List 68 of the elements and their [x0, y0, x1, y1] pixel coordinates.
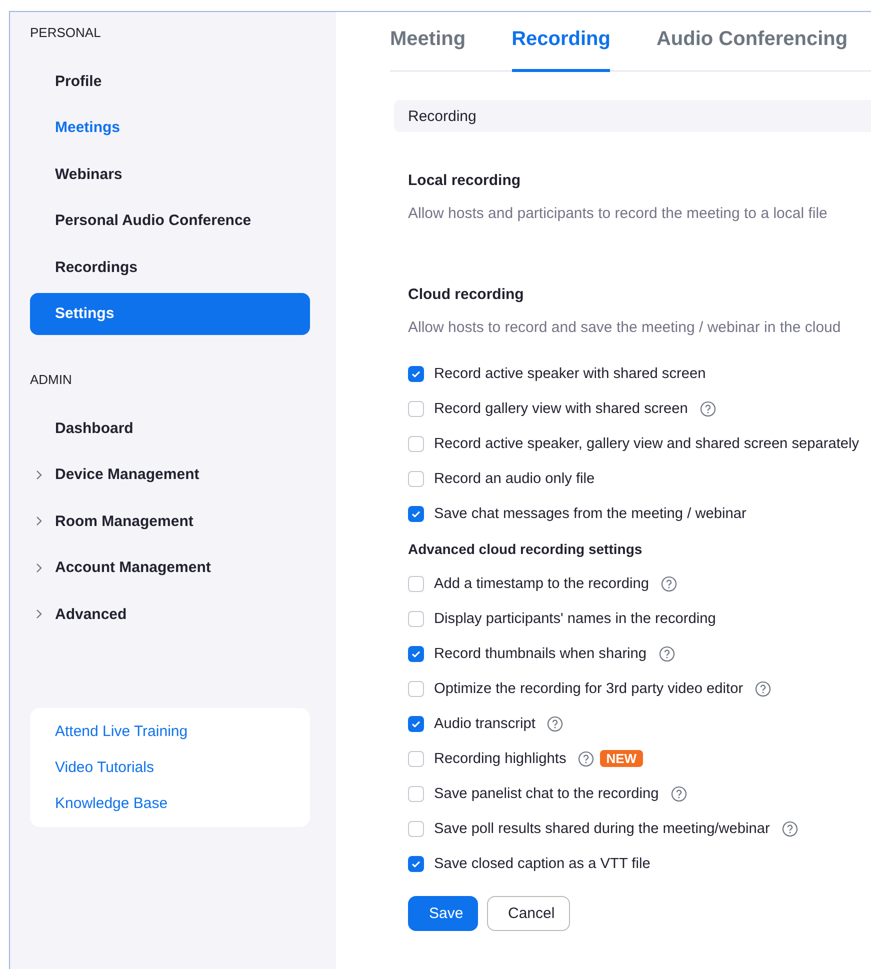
checkbox[interactable] [408, 856, 424, 872]
checkbox[interactable] [408, 366, 424, 382]
sidebar-item[interactable]: Advanced [30, 593, 310, 636]
chevron-icon [36, 562, 42, 572]
checkbox-label: Save closed caption as a VTT file [434, 856, 650, 872]
sidebar-item[interactable]: Room Management [30, 500, 310, 542]
checkbox-label: Audio transcript [434, 716, 536, 732]
help-link[interactable]: Knowledge Base [55, 794, 168, 812]
setting-description: Allow hosts to record and save the meeting / webinar in the cloud [408, 319, 842, 336]
chevron-icon [36, 470, 42, 480]
checkbox-label: Optimize the recording for 3rd party video editor [434, 680, 744, 696]
checkbox[interactable] [408, 786, 424, 802]
section-heading: PERSONAL [29, 25, 101, 40]
setting-description: Allow hosts and participants to record the meeting to a local file [408, 205, 828, 222]
tab[interactable]: Recording [512, 12, 610, 72]
checkbox-label: Record active speaker with shared screen [434, 366, 706, 382]
tab[interactable]: Meeting [390, 12, 466, 72]
checkbox[interactable] [408, 646, 424, 662]
save-button[interactable]: Save [408, 896, 478, 931]
checkbox-label: Save chat messages from the meeting / webinar [434, 506, 746, 522]
checkbox[interactable] [408, 576, 424, 592]
chevron-icon [36, 609, 42, 619]
setting-title: Local recording [408, 172, 522, 189]
help-link[interactable]: Attend Live Training [55, 722, 188, 740]
sidebar-item[interactable]: Webinars [30, 153, 310, 196]
help-icon[interactable] [578, 750, 594, 766]
help-icon[interactable] [700, 400, 716, 416]
cancel-button[interactable]: Cancel [487, 896, 570, 931]
help-icon[interactable] [755, 680, 772, 696]
help-icon[interactable] [782, 820, 798, 836]
checkbox[interactable] [408, 436, 424, 452]
tab[interactable]: Audio Conferencing [656, 12, 848, 72]
checkbox-label: Add a timestamp to the recording [434, 576, 649, 592]
checkbox-label: Recording highlights [434, 750, 566, 766]
sidebar-item[interactable]: Recordings [30, 246, 310, 288]
checkbox[interactable] [408, 400, 424, 416]
checkbox-label: Record gallery view with shared screen [434, 400, 688, 416]
sidebar-item[interactable]: Personal Audio Conference [30, 200, 310, 242]
section-header: Recording [394, 100, 871, 132]
checkbox-label: Record active speaker, gallery view and shared screen separately [434, 436, 860, 452]
checkbox-label: Record thumbnails when sharing [434, 646, 647, 662]
help-link[interactable]: Video Tutorials [55, 758, 154, 776]
help-icon[interactable] [660, 576, 677, 592]
sidebar-item[interactable]: Settings [30, 292, 310, 335]
checkbox-label: Record an audio only file [434, 470, 595, 486]
chevron-icon [36, 516, 42, 526]
subsection-title: Advanced cloud recording settings [408, 540, 642, 556]
checkbox-label: Save panelist chat to the recording [434, 786, 659, 802]
checkbox[interactable] [408, 820, 424, 836]
help-icon[interactable] [547, 716, 564, 732]
checkbox[interactable] [408, 750, 424, 766]
checkbox-label: Display participants' names in the recording [434, 610, 716, 626]
sidebar-item[interactable]: Profile [30, 60, 310, 102]
checkbox[interactable] [408, 470, 424, 486]
checkbox-label: Save poll results shared during the meeting/webinar [434, 820, 770, 836]
sidebar-item[interactable]: Dashboard [30, 407, 310, 450]
help-icon[interactable] [658, 646, 675, 662]
new-badge: NEW [600, 750, 643, 767]
checkbox[interactable] [408, 680, 424, 696]
setting-title: Cloud recording [408, 286, 525, 303]
checkbox[interactable] [408, 506, 424, 522]
section-heading: ADMIN [29, 372, 72, 387]
sidebar-item[interactable]: Account Management [30, 546, 310, 589]
checkbox[interactable] [408, 716, 424, 732]
help-icon[interactable] [670, 786, 687, 802]
checkbox[interactable] [408, 610, 424, 626]
sidebar-item[interactable]: Device Management [30, 454, 310, 496]
sidebar-item[interactable]: Meetings [30, 106, 310, 149]
